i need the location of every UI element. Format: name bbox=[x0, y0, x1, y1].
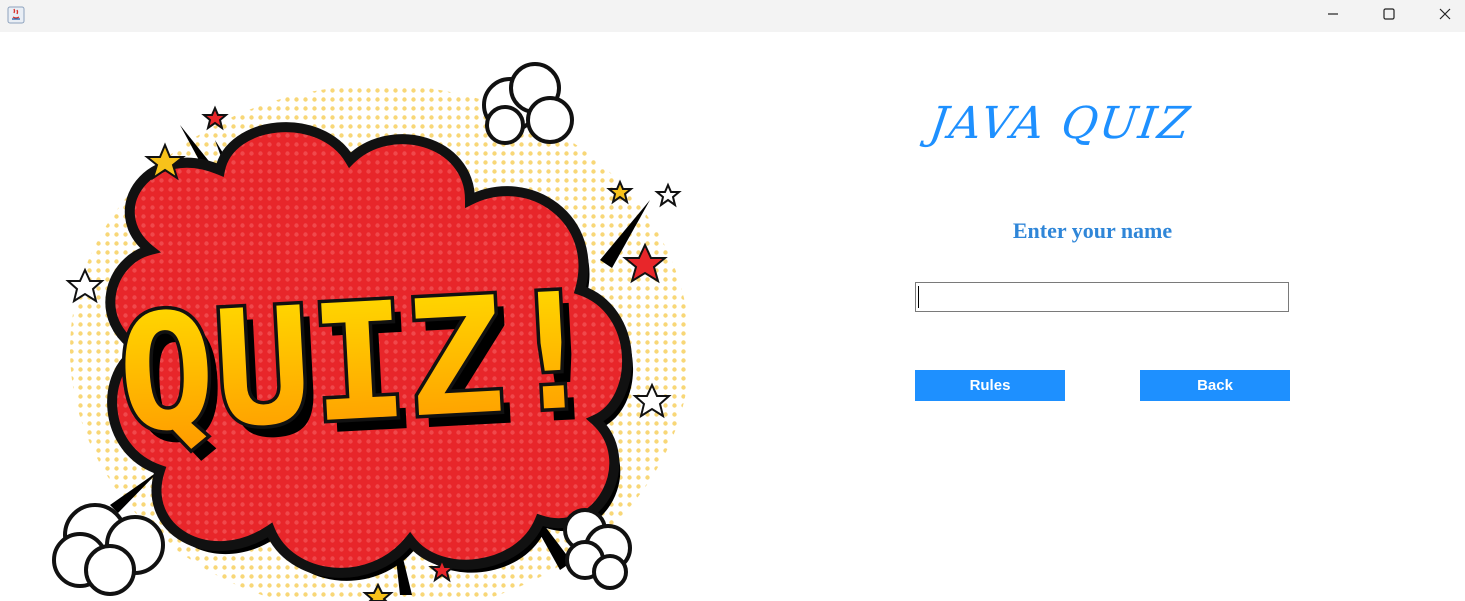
close-icon bbox=[1439, 8, 1451, 20]
star-icon bbox=[654, 182, 682, 208]
back-button[interactable]: Back bbox=[1140, 370, 1290, 401]
smoke-cloud-right bbox=[563, 508, 632, 590]
smoke-cloud-left bbox=[52, 503, 165, 596]
minimize-button[interactable] bbox=[1304, 0, 1362, 28]
page-title: JAVA QUIZ bbox=[926, 98, 1195, 149]
rules-button[interactable]: Rules bbox=[915, 370, 1065, 401]
java-app-icon[interactable] bbox=[7, 6, 25, 24]
minimize-icon bbox=[1328, 13, 1338, 15]
text-caret bbox=[918, 286, 919, 308]
maximize-button[interactable] bbox=[1360, 0, 1418, 28]
maximize-icon bbox=[1383, 8, 1395, 20]
title-bar bbox=[0, 0, 1465, 32]
name-prompt-label: Enter your name bbox=[1012, 218, 1173, 243]
name-input[interactable] bbox=[915, 282, 1289, 312]
quiz-burst-text-front: QUIZ! bbox=[114, 257, 605, 469]
quiz-burst-illustration: QUIZ! QUIZ! bbox=[52, 62, 690, 601]
close-button[interactable] bbox=[1416, 0, 1465, 28]
